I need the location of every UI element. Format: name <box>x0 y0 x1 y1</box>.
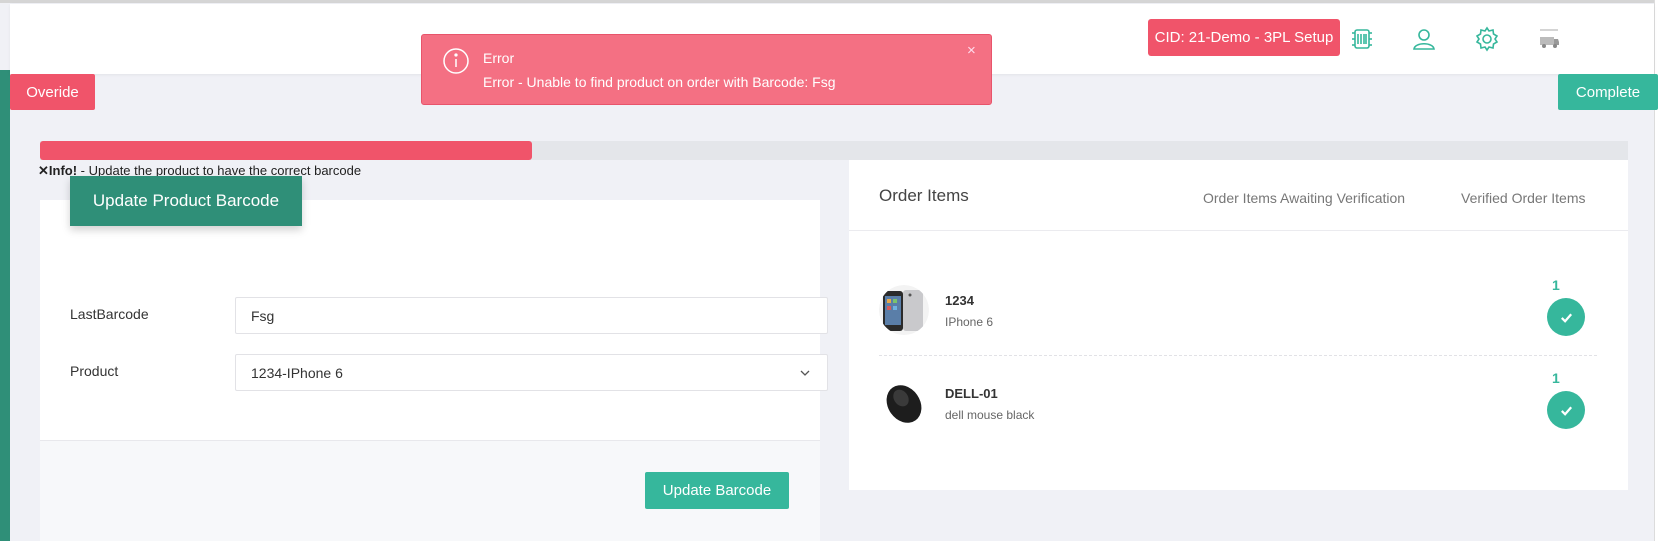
left-sidebar-strip <box>0 70 10 541</box>
barcode-scanner-icon[interactable] <box>1347 24 1377 54</box>
chevron-down-icon <box>800 370 810 376</box>
item-quantity: 1 <box>1552 370 1560 386</box>
last-barcode-value: Fsg <box>251 307 275 324</box>
product-select[interactable]: 1234-IPhone 6 <box>235 354 828 391</box>
progress-fill <box>40 141 533 160</box>
item-separator <box>879 355 1597 356</box>
product-select-value: 1234-IPhone 6 <box>251 364 343 381</box>
close-icon[interactable]: × <box>967 42 976 59</box>
mouse-image <box>879 378 929 428</box>
override-button[interactable]: Overide <box>10 74 95 110</box>
info-circle-icon <box>443 48 469 74</box>
item-name: IPhone 6 <box>945 315 994 329</box>
verified-check-icon <box>1547 391 1585 429</box>
window-top-border <box>0 0 1662 3</box>
update-product-barcode-tab: Update Product Barcode <box>70 176 302 226</box>
verified-check-icon <box>1547 298 1585 336</box>
order-item-row[interactable]: DELL-01 dell mouse black 1 <box>879 370 1597 468</box>
order-items-title: Order Items <box>879 186 969 205</box>
tab-verified-items[interactable]: Verified Order Items <box>1461 190 1586 206</box>
complete-button[interactable]: Complete <box>1558 74 1658 110</box>
item-sku: DELL-01 <box>945 386 998 401</box>
toast-title: Error <box>483 50 515 66</box>
last-barcode-input[interactable]: Fsg <box>235 297 828 334</box>
progress-bar <box>40 141 1628 160</box>
iphone-image <box>879 285 929 335</box>
item-quantity: 1 <box>1552 277 1560 293</box>
item-name: dell mouse black <box>945 408 1035 422</box>
update-barcode-button[interactable]: Update Barcode <box>645 472 789 509</box>
order-items-card: Order Items Order Items Awaiting Verific… <box>849 160 1628 490</box>
error-toast: Error Error - Unable to find product on … <box>421 34 992 105</box>
last-barcode-label: LastBarcode <box>70 306 149 322</box>
company-logo-icon[interactable] <box>1534 24 1564 54</box>
order-item-row[interactable]: 1234 IPhone 6 1 <box>879 277 1597 375</box>
cid-badge[interactable]: CID: 21-Demo - 3PL Setup <box>1148 19 1340 56</box>
user-icon[interactable] <box>1409 24 1439 54</box>
gear-icon[interactable] <box>1472 24 1502 54</box>
close-x-icon[interactable]: ✕ <box>38 163 49 178</box>
tab-awaiting-verification[interactable]: Order Items Awaiting Verification <box>1203 190 1405 206</box>
product-label: Product <box>70 363 119 379</box>
item-sku: 1234 <box>945 293 974 308</box>
card-divider <box>849 230 1628 231</box>
toast-message: Error - Unable to find product on order … <box>483 74 836 90</box>
